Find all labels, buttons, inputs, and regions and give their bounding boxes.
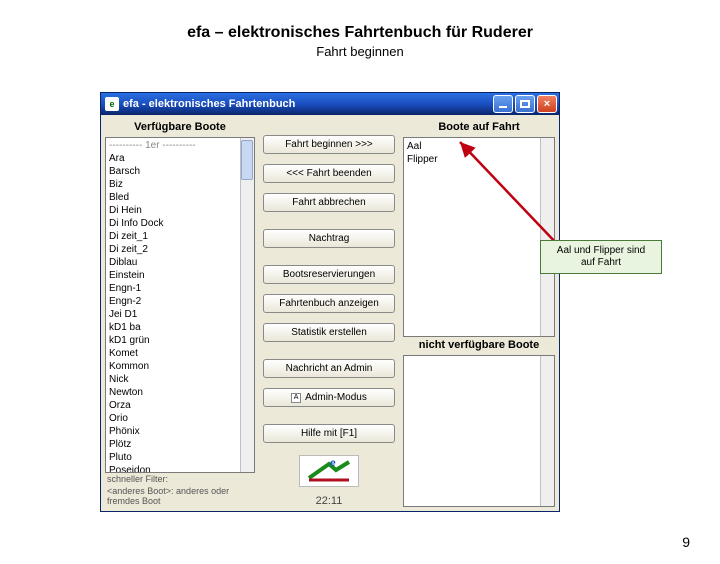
available-boats-list[interactable]: ---------- 1er ---------- AraBarschBizBl… xyxy=(105,137,255,473)
callout-box: Aal und Flipper sind auf Fahrt xyxy=(540,240,662,274)
boats-on-trip-header: Boote auf Fahrt xyxy=(403,119,555,137)
list-item[interactable]: Di zeit_1 xyxy=(109,230,237,243)
list-item[interactable]: Di Hein xyxy=(109,204,237,217)
available-boats-header: Verfügbare Boote xyxy=(105,119,255,137)
list-item[interactable]: Di zeit_2 xyxy=(109,243,237,256)
list-item[interactable]: Einstein xyxy=(109,269,237,282)
list-item[interactable]: Orio xyxy=(109,412,237,425)
scrollbar[interactable] xyxy=(240,138,254,472)
right-column: Boote auf Fahrt AalFlipper nicht verfügb… xyxy=(403,119,555,507)
list-item[interactable]: Bled xyxy=(109,191,237,204)
window-title: efa - elektronisches Fahrtenbuch xyxy=(123,98,295,110)
list-item[interactable]: Komet xyxy=(109,347,237,360)
list-item[interactable]: Orza xyxy=(109,399,237,412)
admin-mode-label: Admin-Modus xyxy=(305,392,367,403)
list-item[interactable]: kD1 ba xyxy=(109,321,237,334)
list-item[interactable]: Engn-1 xyxy=(109,282,237,295)
begin-trip-button[interactable]: Fahrt beginnen >>> xyxy=(263,135,395,154)
efa-logo: e xyxy=(299,455,359,487)
admin-icon: A xyxy=(291,393,301,403)
close-button[interactable]: × xyxy=(537,95,557,113)
other-boat-hint: <anderes Boot>: anderes oder fremdes Boo… xyxy=(105,485,255,507)
list-item[interactable]: Barsch xyxy=(109,165,237,178)
svg-text:e: e xyxy=(330,458,336,469)
list-item[interactable]: Engn-2 xyxy=(109,295,237,308)
list-item[interactable]: Newton xyxy=(109,386,237,399)
callout-line1: Aal und Flipper sind xyxy=(545,245,657,257)
minimize-button[interactable] xyxy=(493,95,513,113)
unavailable-boats-list[interactable] xyxy=(403,355,555,507)
client-area: Verfügbare Boote ---------- 1er --------… xyxy=(101,115,559,511)
help-button[interactable]: Hilfe mit [F1] xyxy=(263,424,395,443)
scrollbar-thumb[interactable] xyxy=(241,140,253,180)
list-item[interactable]: Kommon xyxy=(109,360,237,373)
scrollbar[interactable] xyxy=(540,138,554,336)
end-trip-button[interactable]: <<< Fahrt beenden xyxy=(263,164,395,183)
message-admin-button[interactable]: Nachricht an Admin xyxy=(263,359,395,378)
list-item[interactable]: Poseidon xyxy=(109,464,237,473)
list-item[interactable]: Pluto xyxy=(109,451,237,464)
window-controls: × xyxy=(493,95,557,113)
list-item[interactable]: Biz xyxy=(109,178,237,191)
list-item[interactable]: Plötz xyxy=(109,438,237,451)
maximize-button[interactable] xyxy=(515,95,535,113)
show-logbook-button[interactable]: Fahrtenbuch anzeigen xyxy=(263,294,395,313)
list-item[interactable]: Di Info Dock xyxy=(109,217,237,230)
left-column: Verfügbare Boote ---------- 1er --------… xyxy=(105,119,255,507)
callout-line2: auf Fahrt xyxy=(545,257,657,269)
app-window: e efa - elektronisches Fahrtenbuch × Ver… xyxy=(100,92,560,512)
nachtrag-button[interactable]: Nachtrag xyxy=(263,229,395,248)
list-item[interactable]: Diblau xyxy=(109,256,237,269)
middle-column: Fahrt beginnen >>> <<< Fahrt beenden Fah… xyxy=(259,119,399,507)
list-item[interactable]: Jei D1 xyxy=(109,308,237,321)
slide-subtitle: Fahrt beginnen xyxy=(0,44,720,59)
abort-trip-button[interactable]: Fahrt abbrechen xyxy=(263,193,395,212)
admin-mode-button[interactable]: A Admin-Modus xyxy=(263,388,395,407)
scrollbar[interactable] xyxy=(540,356,554,506)
list-section-header: ---------- 1er ---------- xyxy=(109,139,237,152)
filter-label: schneller Filter: xyxy=(105,473,255,485)
app-icon: e xyxy=(105,97,119,111)
page-number: 9 xyxy=(682,534,690,550)
list-item[interactable]: Flipper xyxy=(407,153,537,166)
clock-display: 22:11 xyxy=(259,495,399,507)
statistics-button[interactable]: Statistik erstellen xyxy=(263,323,395,342)
titlebar[interactable]: e efa - elektronisches Fahrtenbuch × xyxy=(101,93,559,115)
reservations-button[interactable]: Bootsreservierungen xyxy=(263,265,395,284)
list-item[interactable]: kD1 grün xyxy=(109,334,237,347)
list-item[interactable]: Aal xyxy=(407,140,537,153)
list-item[interactable]: Nick xyxy=(109,373,237,386)
slide-title: efa – elektronisches Fahrtenbuch für Rud… xyxy=(0,24,720,42)
unavailable-boats-header: nicht verfügbare Boote xyxy=(403,337,555,355)
boats-on-trip-list[interactable]: AalFlipper xyxy=(403,137,555,337)
list-item[interactable]: Phönix xyxy=(109,425,237,438)
list-item[interactable]: Ara xyxy=(109,152,237,165)
